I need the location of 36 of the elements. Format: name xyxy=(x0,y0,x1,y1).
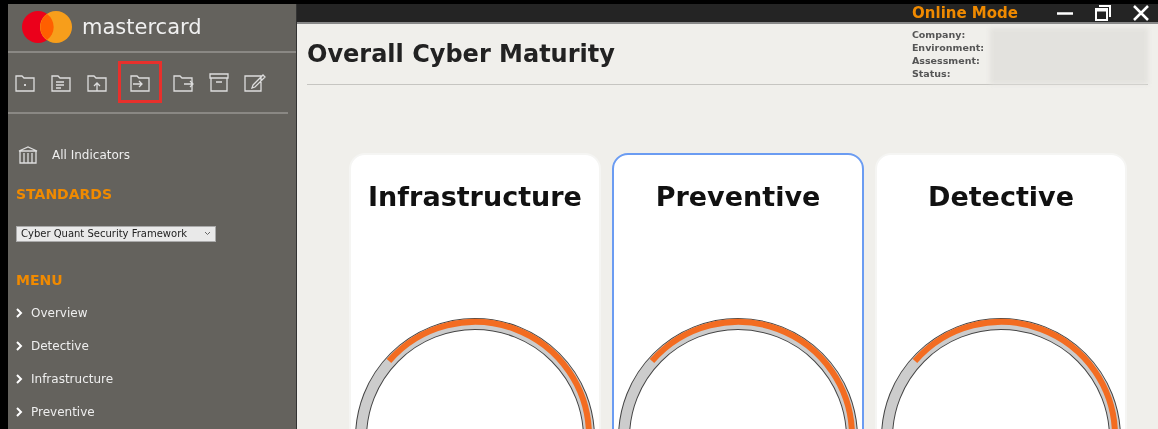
category-card[interactable]: Preventive xyxy=(612,153,864,429)
restore-button[interactable] xyxy=(1094,4,1112,22)
info-label: Company: xyxy=(911,28,967,41)
page-title: Overall Cyber Maturity xyxy=(307,40,615,68)
menu-item[interactable]: Infrastructure xyxy=(8,362,296,396)
info-label: Environment: xyxy=(911,41,984,54)
minimize-button[interactable] xyxy=(1056,11,1074,15)
chevron-icon xyxy=(16,374,23,385)
menu-item[interactable]: Overview xyxy=(8,296,296,330)
menu-item[interactable]: Preventive xyxy=(8,395,296,429)
chevron-icon xyxy=(16,341,23,351)
caret-icon xyxy=(204,231,211,237)
close-button[interactable] xyxy=(1132,4,1150,22)
close-icon xyxy=(1132,4,1150,22)
building-icon xyxy=(18,145,38,164)
info-label: Assessment: xyxy=(911,54,981,67)
chevron-icon xyxy=(16,407,23,418)
section-heading: STANDARDS xyxy=(15,184,114,202)
logo-icon xyxy=(22,11,72,44)
brand-name: mastercard xyxy=(82,15,202,40)
all-indicators-link[interactable]: All Indicators xyxy=(52,147,130,162)
standard-select[interactable]: Cyber Quant Security Framework xyxy=(16,225,216,243)
category-card[interactable]: Detective xyxy=(875,153,1127,429)
card-title: Infrastructure xyxy=(368,181,582,212)
category-card[interactable]: Infrastructure xyxy=(349,153,601,429)
card-title: Preventive xyxy=(655,181,821,212)
menu-item[interactable]: Detective xyxy=(8,329,296,363)
toolbar-button[interactable] xyxy=(118,61,162,104)
section-heading: MENU xyxy=(15,271,64,291)
info-label: Status: xyxy=(911,67,952,80)
minimize-icon xyxy=(1056,11,1074,15)
mode-label: Online Mode xyxy=(912,4,1018,22)
chevron-icon xyxy=(16,307,23,318)
card-title: Detective xyxy=(928,181,1074,212)
restore-icon xyxy=(1094,4,1112,22)
archive-icon xyxy=(208,71,230,94)
